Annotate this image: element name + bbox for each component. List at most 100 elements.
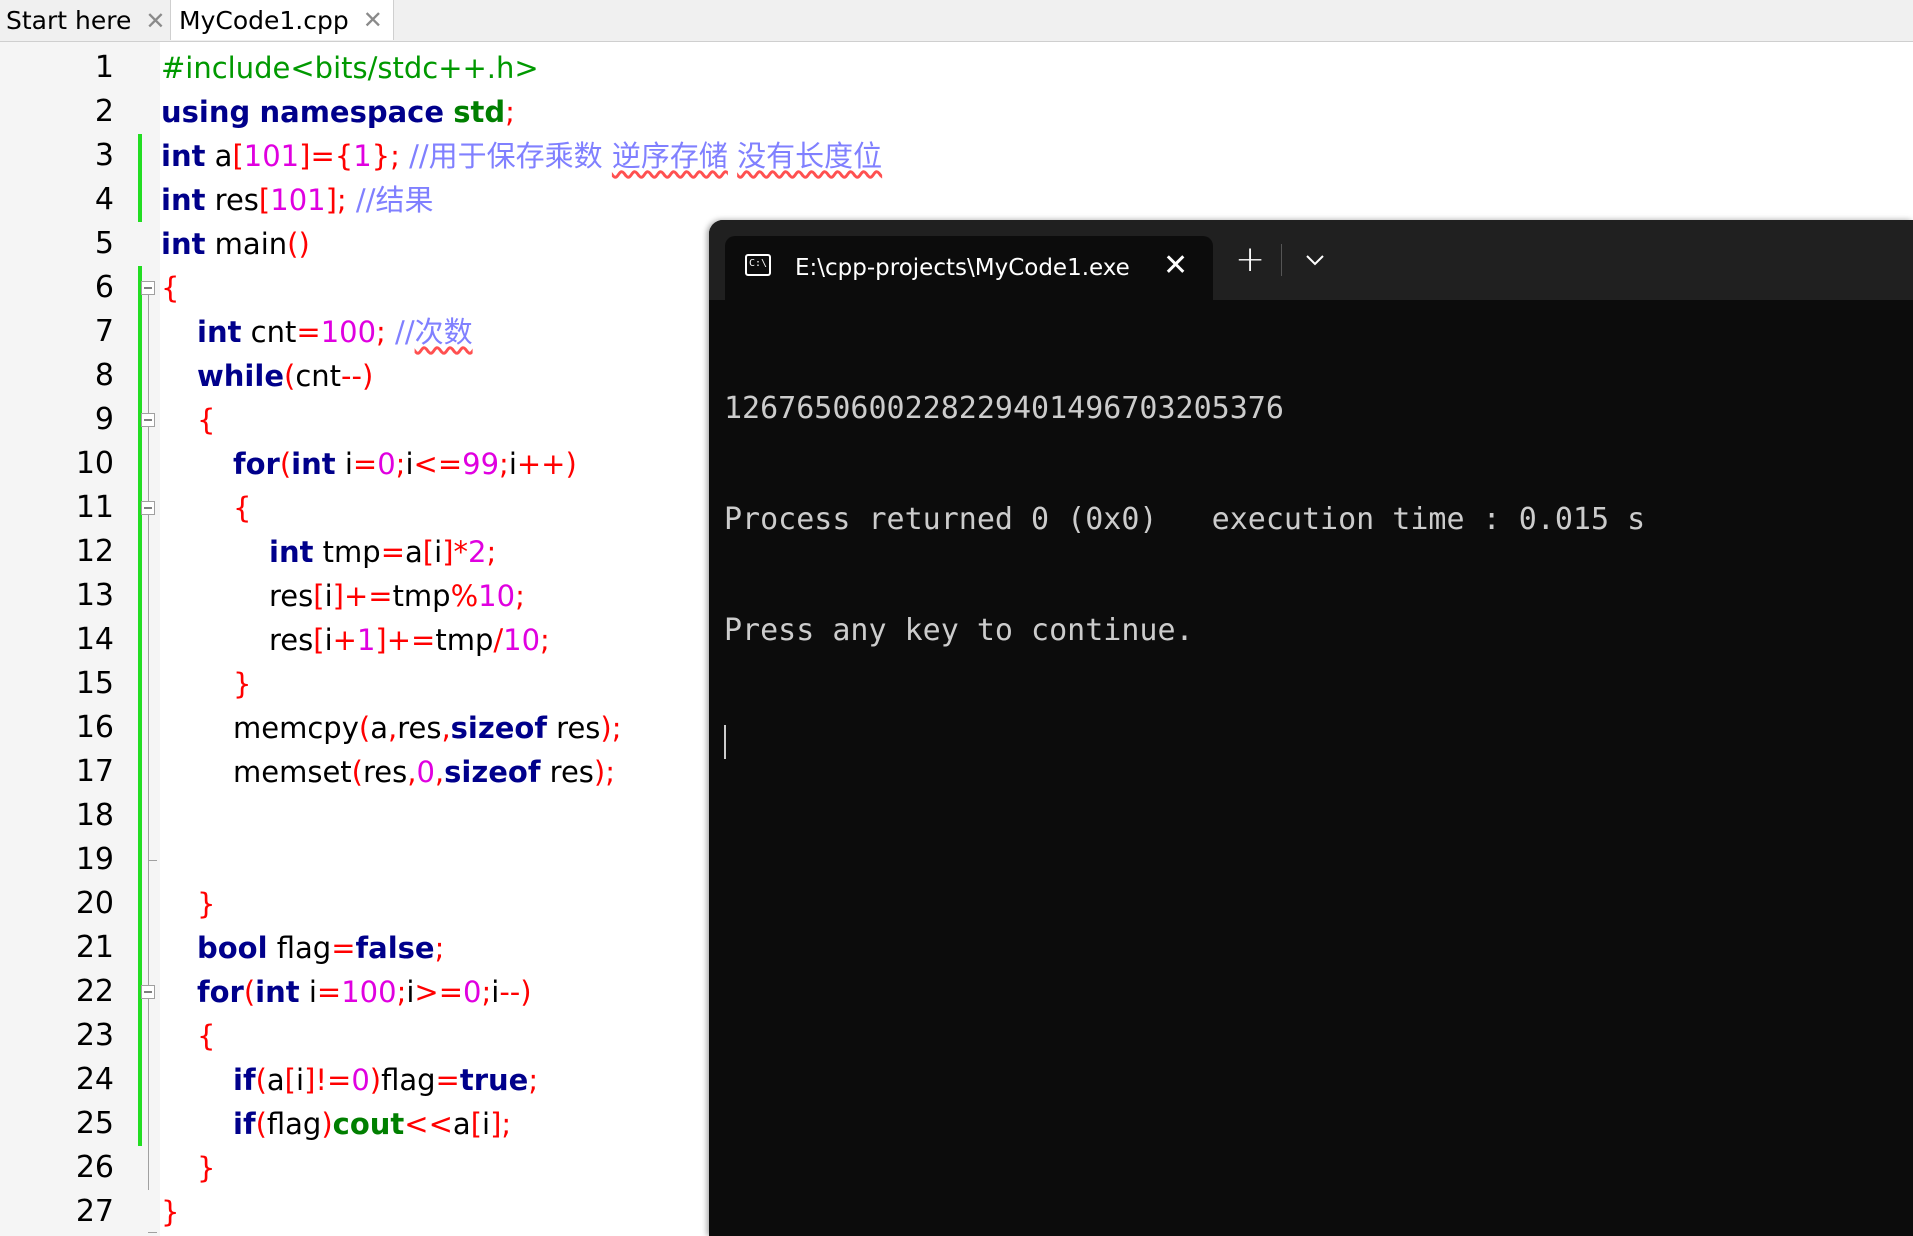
code-line: for(int i=100;i>=0;i--) [197, 970, 532, 1014]
identifier: i [344, 447, 353, 481]
line-number: 4 [94, 182, 114, 217]
operator: = [296, 315, 321, 349]
line-number: 20 [75, 886, 114, 921]
tab-start-here[interactable]: Start here ✕ [6, 0, 165, 41]
line-number: 6 [94, 270, 114, 305]
code-line: } [233, 662, 251, 706]
keyword: false [355, 931, 435, 965]
identifier: a [405, 535, 423, 569]
keyword: if [233, 1063, 256, 1097]
text-cursor [724, 725, 726, 759]
fold-end-marker [148, 1232, 157, 1233]
identifier: i [508, 447, 517, 481]
comment: //用于保存乘数 [409, 139, 612, 173]
identifier: memset [233, 755, 352, 789]
identifier: res [269, 579, 314, 613]
code-line: { [197, 398, 215, 442]
keyword: namespace [259, 95, 445, 129]
comment-misspelled: 次数 [414, 315, 473, 349]
code-line: int main() [161, 222, 310, 266]
fold-toggle-icon[interactable] [141, 281, 155, 295]
close-icon[interactable]: ✕ [1163, 236, 1188, 300]
operator: ; [486, 535, 497, 569]
number: 2 [468, 535, 487, 569]
keyword: int [255, 975, 300, 1009]
operator: [ [422, 535, 435, 569]
line-number: 12 [75, 534, 114, 569]
terminal-output-line: Process returned 0 (0x0) execution time … [724, 502, 1646, 537]
close-icon[interactable]: ✕ [363, 8, 383, 32]
operator: = [331, 931, 356, 965]
identifier: flag [266, 1107, 322, 1141]
identifier: res [269, 623, 314, 657]
line-number: 13 [75, 578, 114, 613]
fold-end-marker [148, 860, 157, 861]
operator: , [434, 755, 445, 789]
operator: ( [243, 975, 256, 1009]
identifier: res [556, 711, 601, 745]
operator: / [493, 623, 504, 657]
keyword: sizeof [450, 711, 547, 745]
line-number: 1 [94, 50, 114, 85]
changed-line-marker [138, 134, 142, 222]
comment: //结果 [355, 183, 434, 217]
keyword: int [197, 315, 242, 349]
operator: = [352, 447, 378, 481]
line-number: 5 [94, 226, 114, 261]
identifier: res [397, 711, 442, 745]
identifier: i [308, 975, 317, 1009]
operator: ; [528, 1063, 539, 1097]
terminal-tab[interactable]: C:\ E:\cpp-projects\MyCode1.exe ✕ [725, 236, 1213, 300]
identifier: a [370, 711, 388, 745]
identifier: tmp [435, 623, 494, 657]
operator: ]; [325, 183, 347, 217]
operator: [ [284, 1063, 296, 1097]
identifier: flag [276, 931, 332, 965]
operator: ; [505, 95, 515, 129]
operator: ; [499, 447, 509, 481]
operator: = [316, 975, 342, 1009]
operator: ) [321, 1107, 333, 1141]
tab-mycode1-cpp[interactable]: MyCode1.cpp ✕ [170, 0, 394, 40]
identifier: i [482, 1107, 491, 1141]
code-line: } [161, 1190, 179, 1234]
line-number-gutter: 1 2 3 4 5 6 7 8 9 10 11 12 13 14 15 16 1… [0, 42, 160, 1236]
operator: [ [470, 1107, 483, 1141]
terminal-window[interactable]: C:\ E:\cpp-projects\MyCode1.exe ✕ + 1267… [709, 220, 1913, 1236]
line-number: 24 [75, 1062, 114, 1097]
operator: >= [414, 975, 464, 1009]
number: 100 [320, 315, 377, 349]
identifier: cnt [295, 359, 342, 393]
keyword: for [233, 447, 280, 481]
operator: ( [351, 755, 363, 789]
fold-toggle-icon[interactable] [141, 985, 155, 999]
tab-label: MyCode1.cpp [179, 5, 349, 35]
comment: // [395, 315, 415, 349]
number: 1 [353, 139, 372, 173]
terminal-tab-title: E:\cpp-projects\MyCode1.exe [795, 255, 1130, 281]
terminal-output[interactable]: 1267650600228229401496703205376 Process … [724, 316, 1645, 833]
close-icon[interactable]: ✕ [145, 9, 165, 33]
fold-toggle-icon[interactable] [141, 501, 155, 515]
keyword: bool [197, 931, 268, 965]
line-number: 21 [75, 930, 114, 965]
number: 0 [463, 975, 482, 1009]
identifier: a [214, 139, 233, 173]
preprocessor-directive: #include<bits/stdc++.h> [161, 51, 539, 85]
operator: } [233, 667, 252, 701]
number: 0 [377, 447, 396, 481]
comment-misspelled: 没有长度位 [737, 139, 883, 173]
operator: ++) [516, 447, 577, 481]
code-line: { [233, 486, 251, 530]
operator: }; [371, 139, 400, 173]
chevron-down-icon[interactable] [1295, 238, 1335, 282]
operator: ; [376, 315, 386, 349]
new-tab-button[interactable]: + [1235, 238, 1265, 282]
operator: + [332, 623, 357, 657]
number: 101 [243, 139, 300, 173]
operator: ]={ [299, 139, 354, 173]
number: 0 [416, 755, 435, 789]
fold-toggle-icon[interactable] [141, 413, 155, 427]
keyword: if [233, 1107, 256, 1141]
line-number: 23 [75, 1018, 114, 1053]
